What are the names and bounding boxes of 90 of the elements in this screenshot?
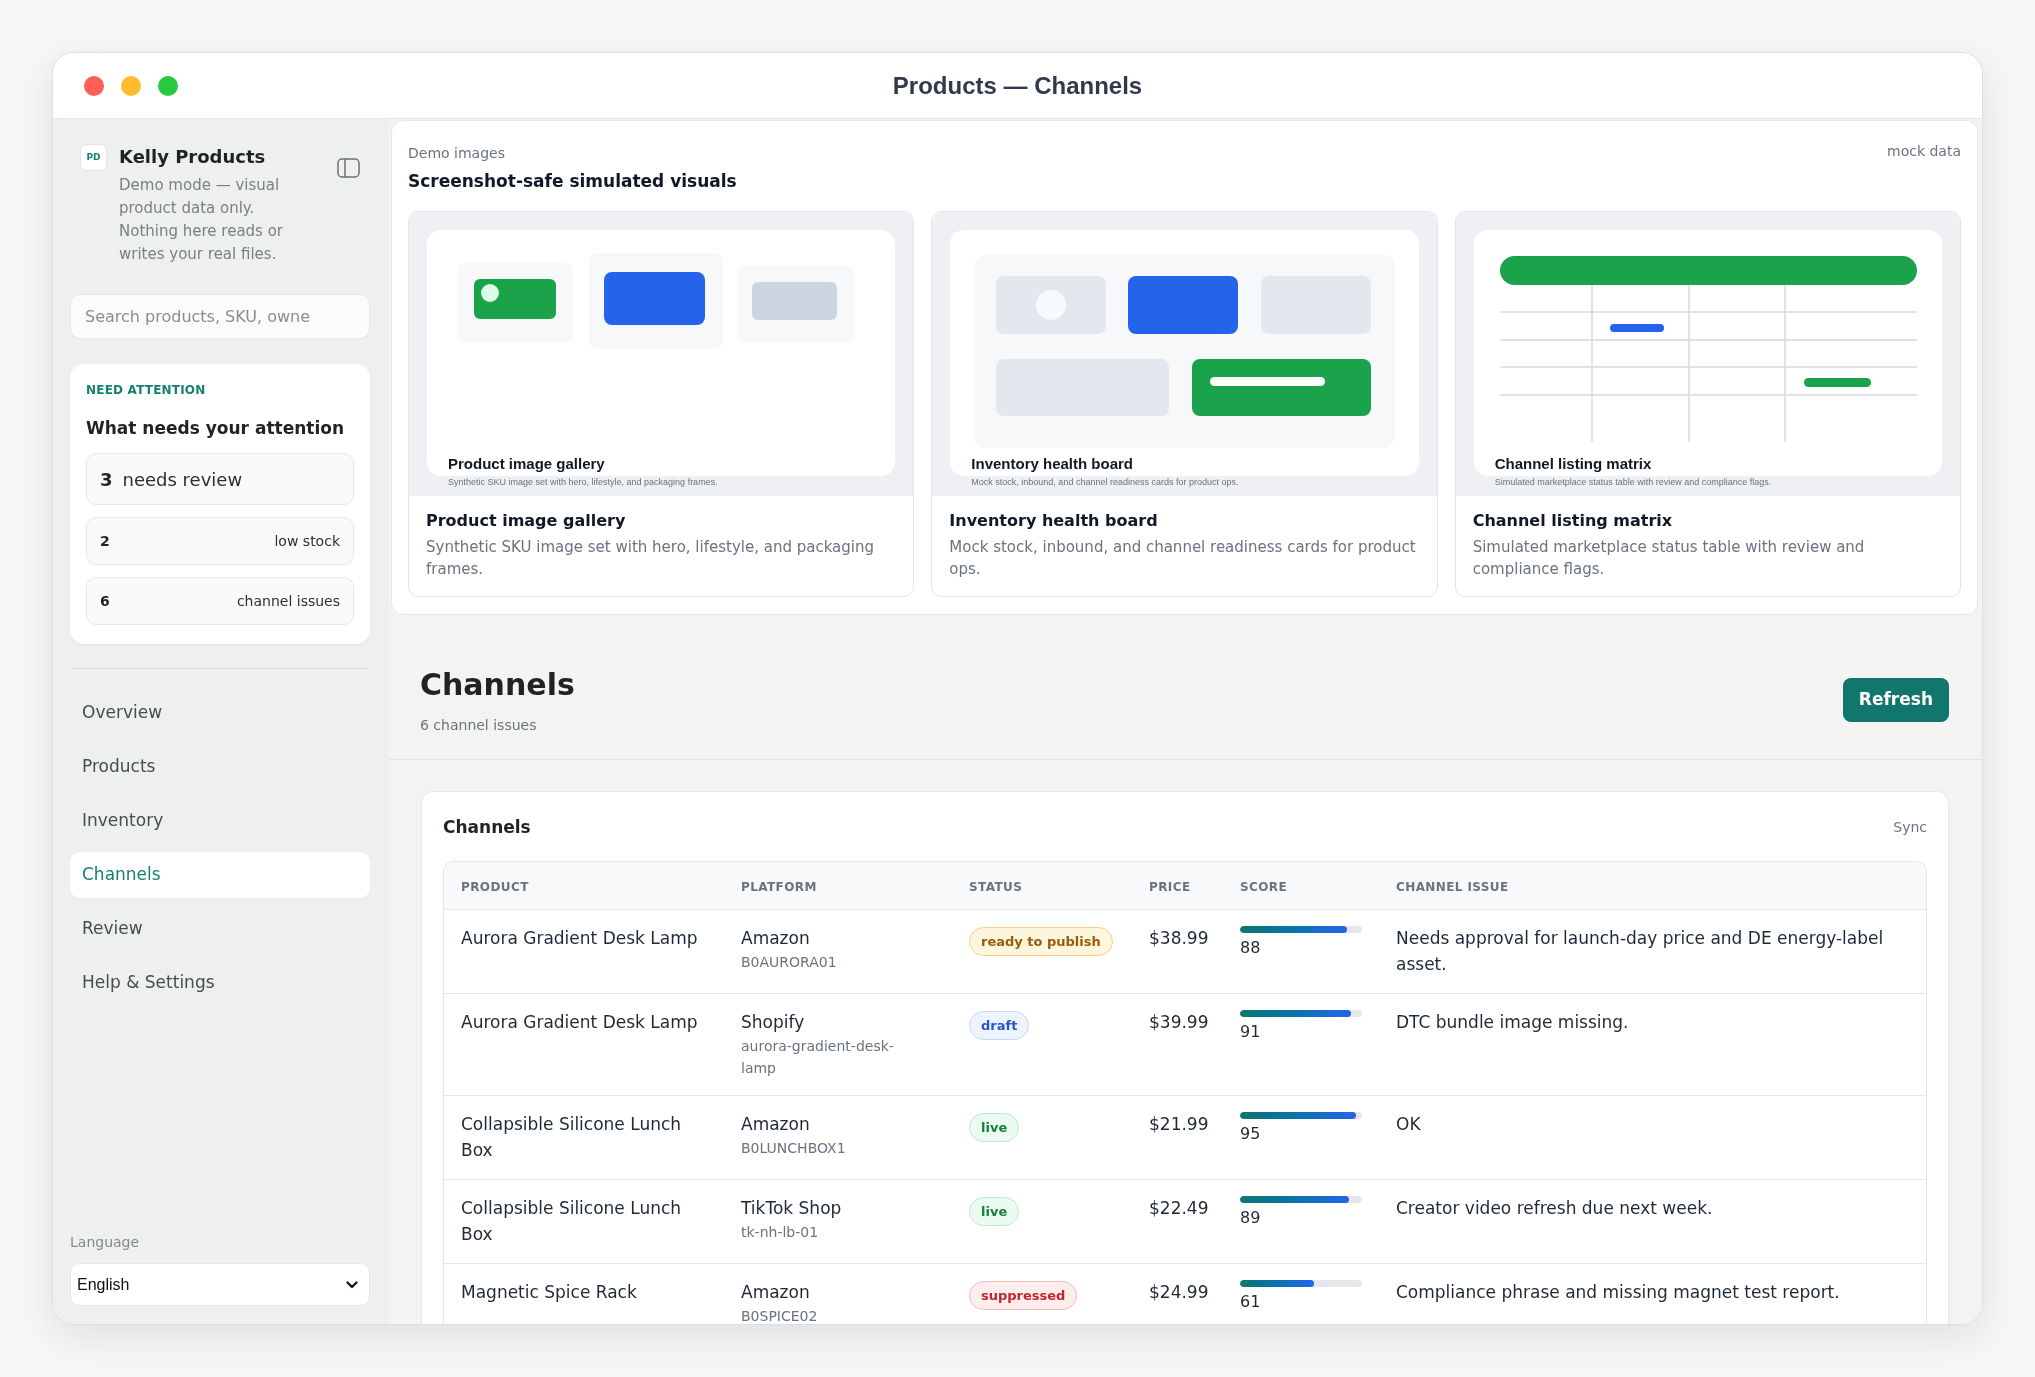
issue-count: 3: [100, 467, 113, 492]
column-header: CHANNEL ISSUE: [1396, 879, 1509, 894]
status-tag: suppressed: [969, 1281, 1078, 1310]
channel-issue: Creator video refresh due next week.: [1396, 1197, 1713, 1220]
platform-name: Amazon: [741, 1281, 810, 1304]
card-title: Channel listing matrix: [1472, 510, 1673, 532]
issue-count: 2: [100, 531, 110, 551]
listing-id: B0AURORA01: [741, 953, 837, 972]
platform-name: TikTok Shop: [741, 1197, 842, 1220]
preview-caption: Mock stock, inbound, and channel readiness cards for product ops.: [971, 476, 1239, 488]
status-tag: live: [969, 1113, 1020, 1142]
listing-id: B0SPICE02: [741, 1307, 818, 1324]
refresh-button[interactable]: Refresh: [1842, 678, 1949, 722]
panel-icon[interactable]: [337, 158, 360, 178]
window-title: Products — Channels: [892, 70, 1143, 101]
nav-item[interactable]: Inventory: [70, 798, 370, 844]
platform-name: Amazon: [741, 927, 810, 950]
card-title: Product image gallery: [426, 510, 626, 532]
status-tag: live: [969, 1197, 1020, 1226]
channel-issue: DTC bundle image missing.: [1396, 1011, 1629, 1034]
attention-item[interactable]: 6 channel issues: [86, 577, 354, 625]
column-header: PLATFORM: [741, 879, 817, 894]
card-heading: Channels: [443, 816, 531, 839]
attention-title: What needs your attention: [86, 417, 344, 440]
attention-item[interactable]: 3 needs review: [86, 453, 354, 505]
card-description: Simulated marketplace status table with review and compliance flags.: [1472, 537, 1866, 580]
issue-label: needs review: [122, 467, 243, 492]
nav-item[interactable]: Overview: [70, 690, 370, 736]
price: $38.99: [1149, 927, 1209, 950]
section-title: Screenshot-safe simulated visuals: [408, 170, 737, 193]
platform-name: Amazon: [741, 1113, 810, 1136]
language-label: Language: [70, 1233, 140, 1252]
brand-logo: PD: [80, 144, 107, 171]
status-tag: ready to publish: [969, 927, 1113, 956]
brand-description: Demo mode — visual product data only. Nothing here reads or writes your real files.: [119, 175, 285, 265]
brand-name: Kelly Products: [119, 145, 266, 169]
nav-item[interactable]: Review: [70, 906, 370, 952]
product-name: Aurora Gradient Desk Lamp: [461, 927, 698, 950]
channel-issue: OK: [1396, 1113, 1421, 1136]
listing-id: B0LUNCHBOX1: [741, 1139, 846, 1158]
channel-issue: Needs approval for launch-day price and DE energy-label asset.: [1396, 927, 1885, 976]
score-value: 61: [1240, 1291, 1261, 1313]
page-title: Channels: [420, 666, 575, 704]
issue-label: low stock: [274, 531, 340, 551]
mock-data-label: mock data: [1887, 142, 1961, 161]
window-zoom-icon[interactable]: [158, 75, 178, 96]
section-eyebrow: Demo images: [408, 144, 505, 163]
language-select[interactable]: English: [70, 1263, 370, 1306]
column-header: PRICE: [1149, 879, 1191, 894]
price: $21.99: [1149, 1113, 1209, 1136]
search-field[interactable]: Search products, SKU, owne: [70, 294, 370, 339]
price: $24.99: [1149, 1281, 1209, 1304]
card-description: Mock stock, inbound, and channel readiness cards for product ops.: [949, 537, 1417, 580]
preview-title: Product image gallery: [448, 454, 605, 474]
column-header: STATUS: [969, 879, 1023, 894]
attention-eyebrow: NEED ATTENTION: [86, 382, 206, 399]
price: $22.49: [1149, 1197, 1209, 1220]
issue-label: channel issues: [236, 591, 340, 611]
price: $39.99: [1149, 1011, 1209, 1034]
preview-title: Inventory health board: [971, 454, 1134, 474]
window-minimize-icon[interactable]: [121, 75, 141, 96]
column-header: PRODUCT: [461, 879, 529, 894]
card-description: Synthetic SKU image set with hero, lifestyle, and packaging frames.: [426, 537, 875, 580]
preview-title: Channel listing matrix: [1494, 454, 1652, 474]
attention-item[interactable]: 2 low stock: [86, 517, 354, 565]
channel-issue: Compliance phrase and missing magnet test report.: [1396, 1281, 1840, 1304]
score-value: 88: [1240, 937, 1261, 959]
nav-item[interactable]: Products: [70, 744, 370, 790]
chevron-down-icon: [346, 1280, 358, 1289]
sync-button[interactable]: Sync: [1893, 817, 1927, 837]
platform-name: Shopify: [741, 1011, 805, 1034]
product-name: Magnetic Spice Rack: [461, 1281, 637, 1304]
score-value: 89: [1240, 1207, 1261, 1229]
window-close-icon[interactable]: [84, 75, 104, 96]
status-tag: draft: [969, 1011, 1030, 1040]
issue-count: 6: [100, 591, 110, 611]
card-title: Inventory health board: [949, 510, 1158, 532]
nav-item[interactable]: Channels: [70, 852, 370, 898]
listing-id: aurora-gradient-desk-lamp: [741, 1037, 895, 1078]
column-header: SCORE: [1240, 879, 1288, 894]
product-name: Collapsible Silicone Lunch Box: [461, 1113, 683, 1162]
listing-id: tk-nh-lb-01: [741, 1223, 819, 1242]
preview-caption: Simulated marketplace status table with review and compliance flags.: [1494, 476, 1772, 488]
nav-item[interactable]: Help & Settings: [70, 960, 370, 1006]
product-name: Collapsible Silicone Lunch Box: [461, 1197, 683, 1246]
preview-caption: Synthetic SKU image set with hero, lifestyle, and packaging frames.: [448, 476, 718, 488]
score-value: 91: [1240, 1021, 1261, 1043]
product-name: Aurora Gradient Desk Lamp: [461, 1011, 698, 1034]
page-subtitle: 6 channel issues: [420, 716, 537, 735]
score-value: 95: [1240, 1123, 1261, 1145]
